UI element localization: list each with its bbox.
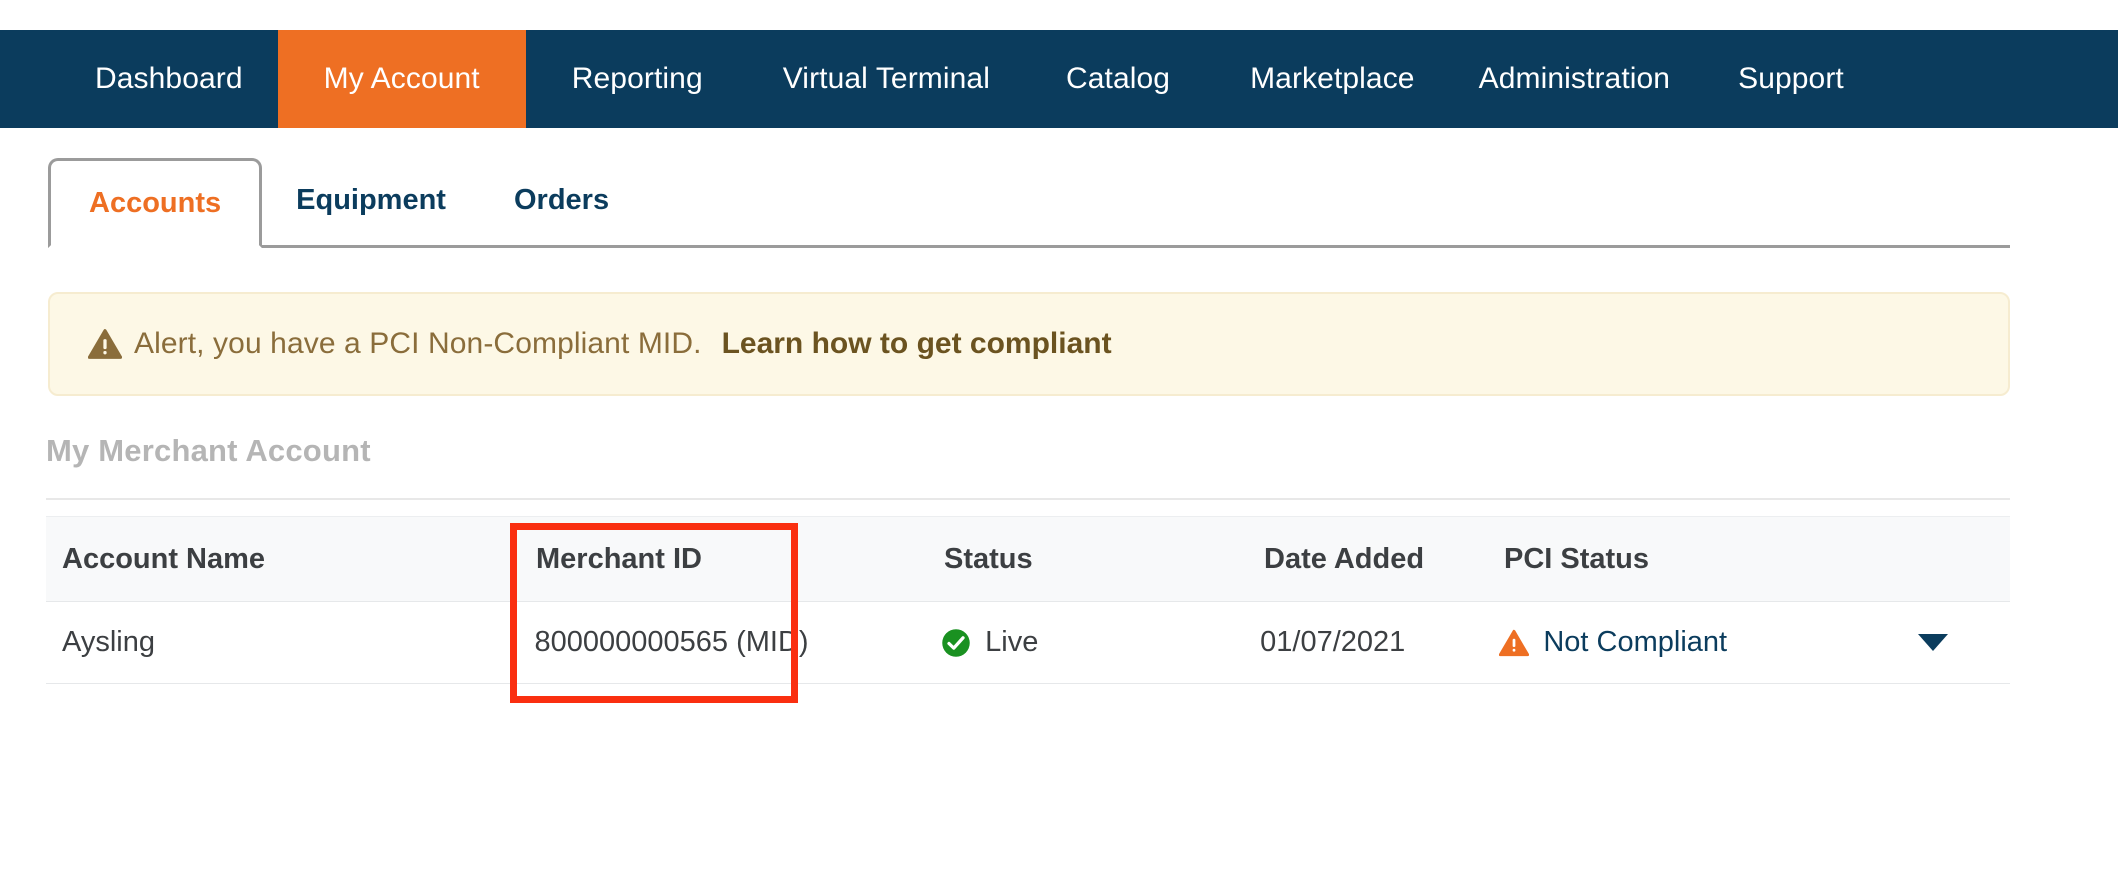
table-header-row: Account Name Merchant ID Status Date Add… [46, 516, 2010, 602]
main-navigation: Dashboard My Account Reporting Virtual T… [0, 30, 2118, 128]
page-content: Accounts Equipment Orders Alert, you hav… [0, 128, 2118, 874]
pci-status-badge: Not Compliant [1499, 626, 1727, 659]
nav-item-reporting[interactable]: Reporting [526, 30, 749, 128]
cell-date-added: 01/07/2021 [1260, 626, 1406, 658]
page-root: Dashboard My Account Reporting Virtual T… [0, 0, 2118, 874]
tab-equipment[interactable]: Equipment [262, 155, 480, 245]
tab-bar: Accounts Equipment Orders [48, 158, 2010, 248]
alert-message: Alert, you have a PCI Non-Compliant MID. [134, 327, 702, 360]
nav-item-catalog[interactable]: Catalog [1024, 30, 1212, 128]
accounts-table: Account Name Merchant ID Status Date Add… [46, 516, 2010, 684]
alert-learn-more-link[interactable]: Learn how to get compliant [722, 327, 1112, 361]
column-header-account-name: Account Name [62, 542, 266, 575]
nav-item-marketplace[interactable]: Marketplace [1212, 30, 1453, 128]
tab-accounts[interactable]: Accounts [48, 158, 263, 248]
cell-row-actions[interactable] [1918, 634, 2010, 651]
section-title: My Merchant Account [46, 433, 371, 468]
nav-item-dashboard[interactable]: Dashboard [60, 30, 278, 128]
section-divider [46, 498, 2010, 500]
tab-orders[interactable]: Orders [480, 155, 643, 245]
nav-left-spacer [0, 30, 60, 128]
status-badge: Live [941, 626, 1038, 659]
cell-pci-status: Not Compliant [1499, 626, 1918, 659]
column-header-status: Status [944, 542, 1033, 575]
nav-item-administration[interactable]: Administration [1453, 30, 1696, 128]
cell-merchant-id: 800000000565 (MID) [534, 626, 809, 658]
nav-item-my-account[interactable]: My Account [277, 30, 526, 128]
column-header-merchant-id: Merchant ID [536, 542, 702, 575]
pci-status-link[interactable]: Not Compliant [1543, 626, 1727, 659]
column-header-pci-status: PCI Status [1504, 542, 1650, 575]
green-check-circle-icon [942, 628, 970, 657]
cell-account-name: Aysling [62, 626, 155, 658]
warning-triangle-icon [88, 329, 122, 359]
orange-warning-triangle-icon [1499, 629, 1530, 656]
status-label: Live [985, 626, 1039, 658]
column-header-date-added: Date Added [1264, 542, 1425, 575]
pci-alert-banner: Alert, you have a PCI Non-Compliant MID.… [48, 292, 2010, 396]
nav-item-support[interactable]: Support [1696, 30, 1886, 128]
cell-status: Live [941, 626, 1260, 659]
nav-item-virtual-terminal[interactable]: Virtual Terminal [749, 30, 1024, 128]
chevron-down-icon[interactable] [1918, 634, 1948, 651]
table-row[interactable]: Aysling 800000000565 (MID) Live 01/07/20… [46, 602, 2010, 684]
